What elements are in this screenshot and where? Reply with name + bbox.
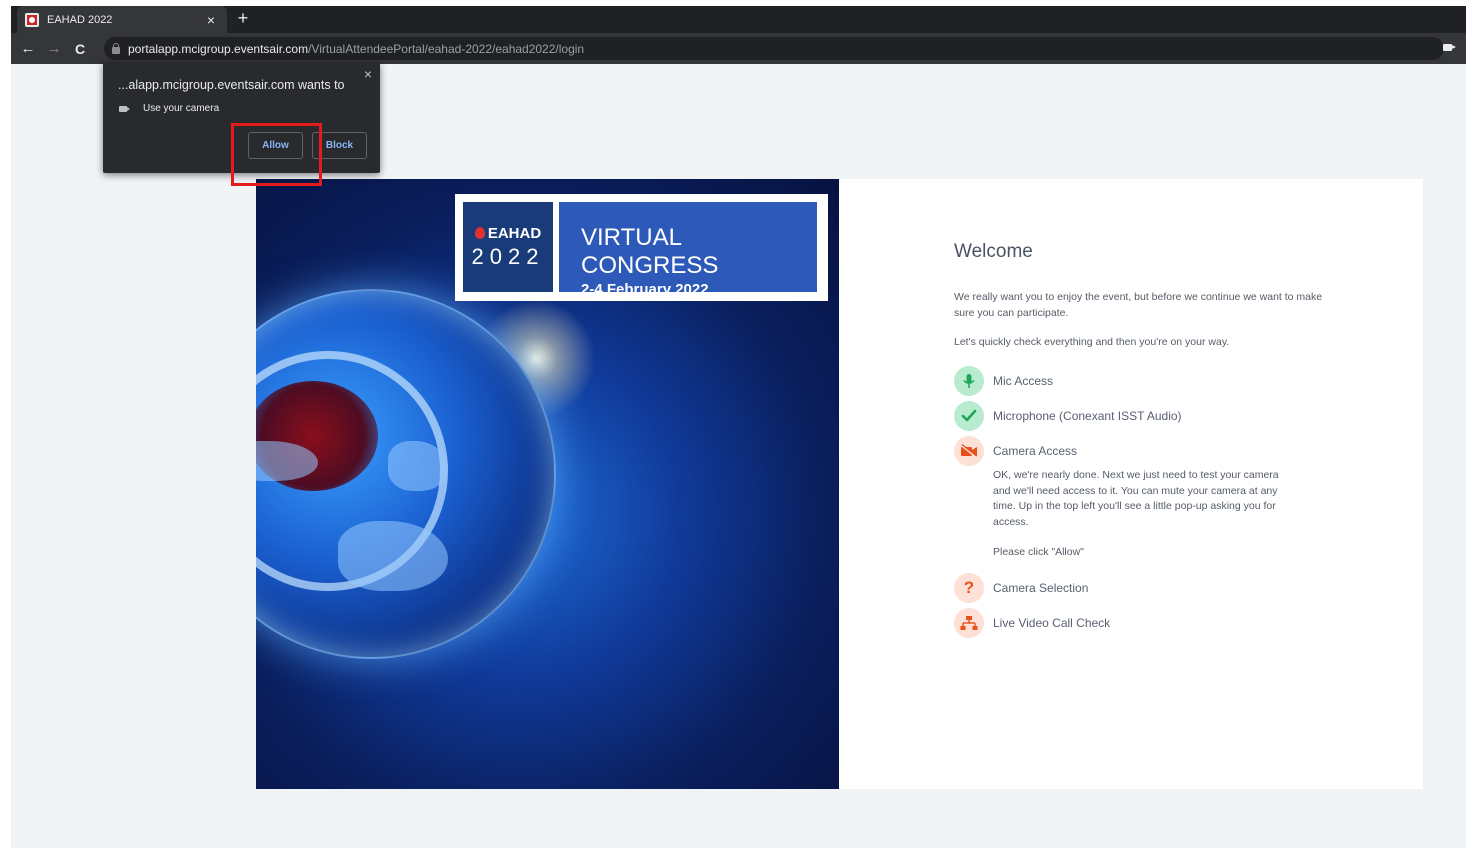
- step-label: Camera Access: [993, 444, 1078, 458]
- tab-close-icon[interactable]: ×: [203, 12, 219, 28]
- popup-title: ...alapp.mcigroup.eventsair.com wants to: [118, 78, 345, 92]
- url-path: /VirtualAttendeePortal/eahad-2022/eahad2…: [308, 41, 585, 56]
- congress-banner: EAHAD 2022 VIRTUAL CONGRESS 2-4 February…: [455, 194, 828, 301]
- step-camera-selection: ? Camera Selection: [954, 573, 1088, 603]
- tab-title: EAHAD 2022: [47, 13, 113, 26]
- step-mic-access: Mic Access: [954, 366, 1053, 396]
- step-label: Microphone (Conexant ISST Audio): [993, 409, 1182, 423]
- banner-title: VIRTUAL CONGRESS: [581, 224, 719, 279]
- tab-strip: EAHAD 2022 × +: [11, 6, 1466, 33]
- intro-text-secondary: Let's quickly check everything and then …: [954, 336, 1230, 348]
- question-icon: ?: [954, 573, 984, 603]
- globe-landmass: [388, 441, 448, 491]
- blood-drop-icon: [474, 227, 485, 239]
- page-background: EAHAD 2022 VIRTUAL CONGRESS 2-4 February…: [11, 64, 1466, 848]
- browser-toolbar: ← → C portalapp.mcigroup.eventsair.com /…: [11, 33, 1466, 64]
- banner-dates: 2-4 February 2022: [581, 281, 709, 298]
- lock-icon[interactable]: [112, 42, 120, 54]
- address-bar[interactable]: portalapp.mcigroup.eventsair.com /Virtua…: [104, 37, 1444, 60]
- forward-button[interactable]: →: [41, 40, 67, 57]
- favicon-icon: [25, 12, 39, 27]
- camera-off-icon: [954, 436, 984, 466]
- network-icon: [954, 608, 984, 638]
- banner-title-block: VIRTUAL CONGRESS 2-4 February 2022: [559, 202, 817, 298]
- page-title: Welcome: [954, 241, 1033, 262]
- step-camera-access: Camera Access: [954, 436, 1077, 466]
- step-label: Mic Access: [993, 374, 1054, 388]
- permission-request: Use your camera: [119, 103, 219, 114]
- reload-button[interactable]: C: [67, 41, 93, 57]
- logo-text: EAHAD: [487, 224, 542, 242]
- microphone-icon: [954, 366, 984, 396]
- close-icon[interactable]: ×: [364, 66, 372, 82]
- logo-year: 2022: [471, 243, 545, 269]
- allow-highlight-box: [231, 123, 322, 186]
- check-icon: [954, 401, 984, 431]
- back-button[interactable]: ←: [15, 40, 41, 57]
- permission-label: Use your camera: [143, 103, 220, 114]
- camera-in-use-icon[interactable]: [1443, 44, 1456, 51]
- step-label: Camera Selection: [993, 581, 1089, 595]
- login-card: EAHAD 2022 VIRTUAL CONGRESS 2-4 February…: [256, 179, 1423, 789]
- step-label: Live Video Call Check: [993, 616, 1111, 630]
- browser-tab[interactable]: EAHAD 2022 ×: [17, 6, 227, 33]
- intro-text: We really want you to enjoy the event, b…: [954, 291, 1323, 319]
- camera-access-description: OK, we're nearly done. Next we just need…: [993, 469, 1279, 528]
- camera-access-instruction: Please click "Allow": [993, 546, 1084, 558]
- camera-icon: [119, 105, 130, 112]
- url-host: portalapp.mcigroup.eventsair.com: [128, 41, 309, 56]
- step-microphone: Microphone (Conexant ISST Audio): [954, 401, 1182, 431]
- eahad-logo: EAHAD 2022: [463, 202, 553, 292]
- new-tab-button[interactable]: +: [233, 8, 253, 29]
- step-live-video-check: Live Video Call Check: [954, 608, 1110, 638]
- hero-image: EAHAD 2022 VIRTUAL CONGRESS 2-4 February…: [256, 179, 839, 789]
